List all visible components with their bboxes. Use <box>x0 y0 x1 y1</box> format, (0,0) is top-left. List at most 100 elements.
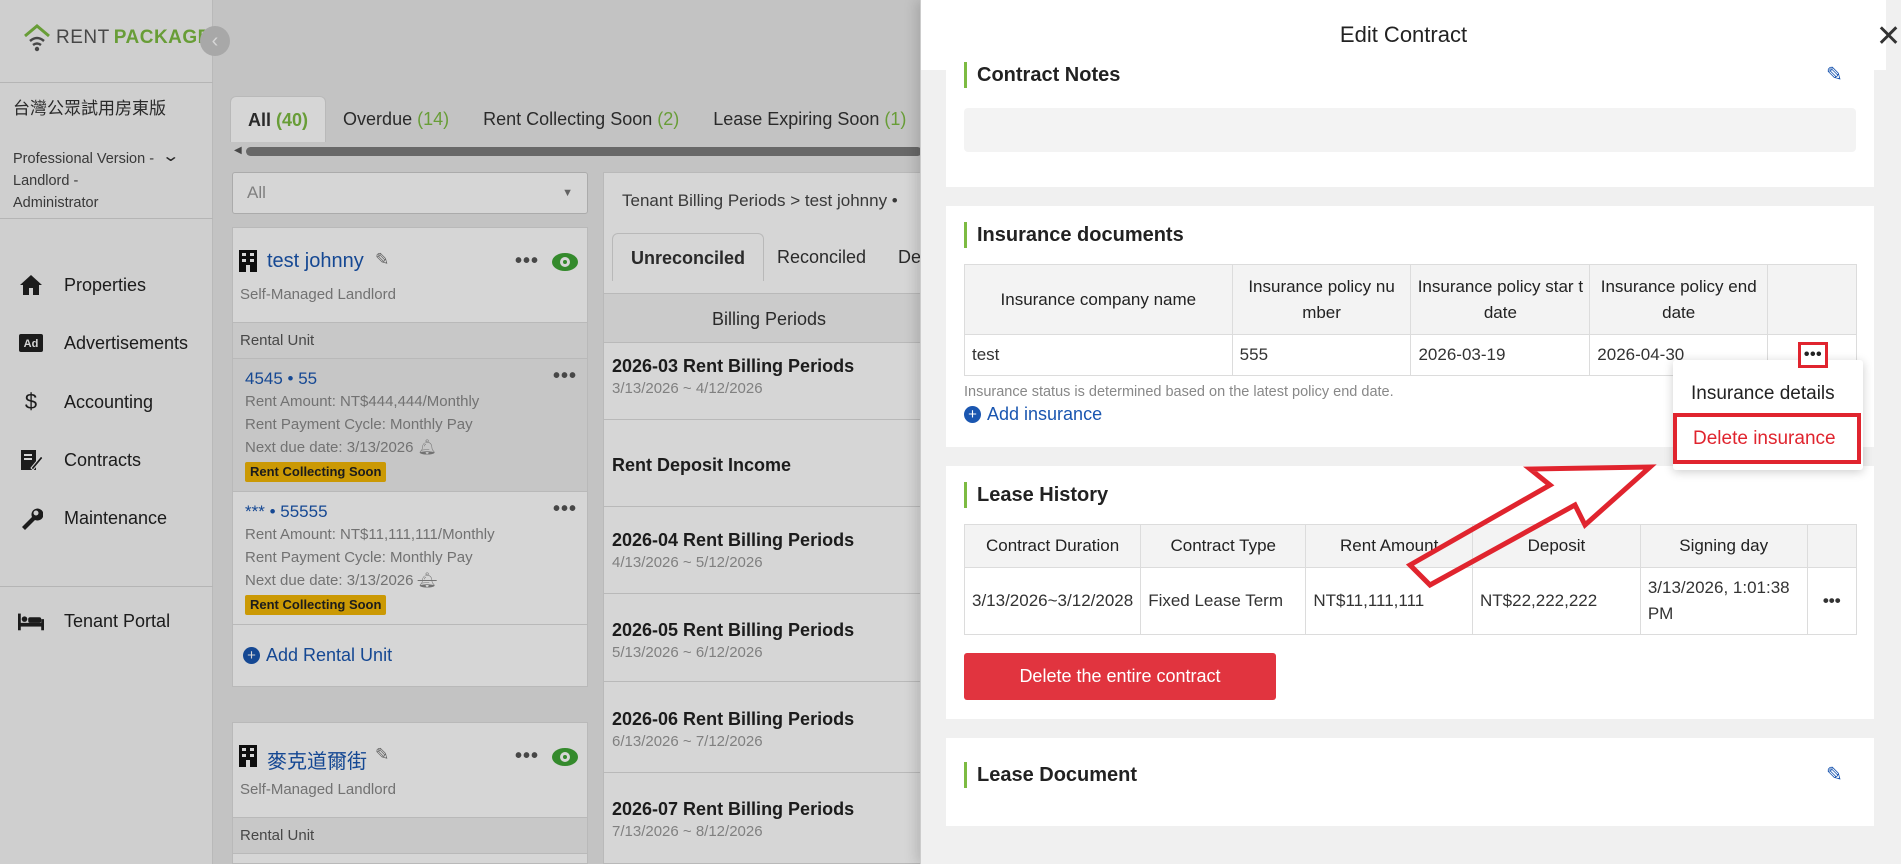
period-title: 2026-03 Rent Billing Periods <box>612 356 855 376</box>
rental-unit-item[interactable]: 4545 • 55 ••• Rent Amount: NT$444,444/Mo… <box>233 359 587 492</box>
insurance-row-menu-button[interactable]: ••• <box>1798 342 1828 368</box>
add-rental-unit-button[interactable]: + Add Rental Unit <box>233 625 587 686</box>
period-title: 2026-05 Rent Billing Periods <box>612 620 855 640</box>
property-type: Self-Managed Landlord <box>240 286 396 303</box>
chevron-down-icon[interactable]: ⌄ <box>161 146 180 166</box>
menu-item-insurance-details[interactable]: Insurance details <box>1673 372 1863 416</box>
property-card: 麥克道爾街 ✎ ••• Self-Managed Landlord Rental… <box>232 722 588 864</box>
close-icon[interactable]: ✕ <box>1876 22 1901 52</box>
tabs-scrollbar[interactable]: ◀ <box>232 145 922 157</box>
billing-period-row[interactable]: 2026-05 Rent Billing Periods 5/13/2026 ~… <box>604 599 934 682</box>
scroll-left-icon[interactable]: ◀ <box>234 145 242 156</box>
sidebar-item-properties[interactable]: Properties <box>18 272 146 298</box>
billing-periods-header: Billing Periods <box>604 293 934 343</box>
unit-rent: Rent Amount: NT$11,111,111/Monthly <box>245 526 495 543</box>
org-name: 台灣公眾試用房東版 <box>13 99 166 118</box>
tab-unreconciled[interactable]: Unreconciled <box>612 233 765 281</box>
edit-icon[interactable]: ✎ <box>1826 62 1843 87</box>
property-type: Self-Managed Landlord <box>240 781 396 798</box>
period-title: Rent Deposit Income <box>612 455 792 475</box>
edit-icon[interactable]: ✎ <box>1826 762 1843 787</box>
tab-count: (1) <box>884 109 907 129</box>
building-icon <box>239 745 257 773</box>
unit-cycle: Rent Payment Cycle: Monthly Pay <box>245 549 473 566</box>
period-title: 2026-06 Rent Billing Periods <box>612 709 855 729</box>
property-card: test johnny ✎ ••• Self-Managed Landlord … <box>232 227 588 687</box>
status-badge: Rent Collecting Soon <box>245 595 387 615</box>
sidebar-item-accounting[interactable]: $ Accounting <box>18 389 153 415</box>
app-logo[interactable]: RENT PACKAGE <box>22 22 211 54</box>
tab-overdue[interactable]: Overdue (14) <box>326 96 466 142</box>
menu-item-delete-insurance[interactable]: Delete insurance <box>1673 413 1861 464</box>
rental-unit-label: Rental Unit <box>233 818 587 854</box>
bell-off-icon[interactable]: 🔔︎ <box>418 572 437 589</box>
delete-contract-button[interactable]: Delete the entire contract <box>964 653 1276 700</box>
more-options-icon[interactable]: ••• <box>515 745 539 768</box>
eye-icon[interactable] <box>552 253 578 271</box>
billing-period-row[interactable]: 2026-06 Rent Billing Periods 6/13/2026 ~… <box>604 687 934 773</box>
edit-icon[interactable]: ✎ <box>375 250 389 270</box>
unit-due: Next due date: 3/13/2026 🔔︎ <box>245 436 575 459</box>
sidebar-item-label: Tenant Portal <box>64 610 171 631</box>
plus-circle-icon: + <box>243 647 260 664</box>
property-name[interactable]: 麥克道爾街 <box>267 745 367 774</box>
svg-text:Ad: Ad <box>24 338 39 350</box>
unit-due: Next due date: 3/13/2026 🔔︎ <box>245 569 575 592</box>
sidebar-collapse-button[interactable]: ‹ <box>200 26 230 56</box>
unit-cycle: Rent Payment Cycle: Monthly Pay <box>245 416 473 433</box>
period-dates: 7/13/2026 ~ 8/12/2026 <box>612 823 763 840</box>
sidebar-item-tenant-portal[interactable]: Tenant Portal <box>18 608 170 634</box>
billing-period-row[interactable]: 2026-07 Rent Billing Periods 7/13/2026 ~… <box>604 777 934 864</box>
tab-label: Overdue <box>343 109 413 129</box>
billing-period-row[interactable]: Rent Deposit Income <box>604 425 934 507</box>
sidebar-item-contracts[interactable]: Contracts <box>18 447 141 473</box>
sidebar-item-advertisements[interactable]: Ad Advertisements <box>18 330 188 356</box>
billing-period-row[interactable]: 2026-04 Rent Billing Periods 4/13/2026 ~… <box>604 512 934 594</box>
more-options-icon[interactable]: ••• <box>1806 567 1857 635</box>
chevron-left-icon: ‹ <box>211 29 219 52</box>
tab-all[interactable]: All (40) <box>230 96 327 142</box>
status-badge: Rent Collecting Soon <box>245 462 387 482</box>
property-header: test johnny ✎ ••• Self-Managed Landlord <box>233 228 587 323</box>
add-insurance-label: Add insurance <box>987 404 1103 424</box>
wrench-icon <box>18 505 44 531</box>
tab-count: (40) <box>276 110 309 130</box>
bell-icon[interactable]: 🔔︎ <box>418 439 437 456</box>
tab-rent-collecting-soon[interactable]: Rent Collecting Soon (2) <box>466 96 696 142</box>
add-insurance-button[interactable]: + Add insurance <box>964 404 1102 425</box>
sidebar-item-label: Contracts <box>64 449 142 470</box>
column-header <box>1767 264 1857 335</box>
tab-label: All <box>248 110 272 130</box>
filter-value: All <box>247 183 266 202</box>
column-header: Insurance policy end date <box>1589 264 1769 335</box>
unit-name[interactable]: *** • 55555 <box>245 500 575 523</box>
property-filter-select[interactable]: All ▼ <box>232 172 588 214</box>
period-dates: 6/13/2026 ~ 7/12/2026 <box>612 733 763 750</box>
edit-icon[interactable]: ✎ <box>375 745 389 765</box>
plus-circle-icon: + <box>964 406 981 423</box>
section-title: Contract Notes <box>964 62 1120 88</box>
period-dates: 4/13/2026 ~ 5/12/2026 <box>612 554 763 571</box>
property-name[interactable]: test johnny <box>267 250 364 273</box>
cell-company: test <box>964 334 1233 376</box>
unit-rent: Rent Amount: NT$444,444/Monthly <box>245 393 480 410</box>
insurance-status-note: Insurance status is determined based on … <box>964 384 1394 400</box>
more-options-icon[interactable]: ••• <box>553 498 577 521</box>
billing-period-row[interactable]: 2026-03 Rent Billing Periods 3/13/2026 ~… <box>604 343 934 420</box>
rental-unit-label: Rental Unit <box>233 323 587 359</box>
more-options-icon[interactable]: ••• <box>553 365 577 388</box>
unit-name[interactable]: 4545 • 55 <box>245 367 575 390</box>
cell-number: 555 <box>1231 334 1412 376</box>
eye-icon[interactable] <box>552 748 578 766</box>
more-options-icon[interactable]: ••• <box>515 250 539 273</box>
column-header <box>1806 524 1857 568</box>
tab-lease-expiring-soon[interactable]: Lease Expiring Soon (1) <box>696 96 923 142</box>
rental-unit-item[interactable]: *** • 55555 ••• Rent Amount: NT$11,111,1… <box>233 492 587 625</box>
sidebar-item-maintenance[interactable]: Maintenance <box>18 505 167 531</box>
divider <box>0 82 213 83</box>
add-unit-label: Add Rental Unit <box>266 645 393 665</box>
more-options-icon: ••• <box>1803 346 1823 363</box>
tab-reconciled[interactable]: Reconciled <box>759 233 884 281</box>
contract-notes-field[interactable] <box>964 108 1856 152</box>
scrollbar-thumb[interactable] <box>246 147 922 156</box>
